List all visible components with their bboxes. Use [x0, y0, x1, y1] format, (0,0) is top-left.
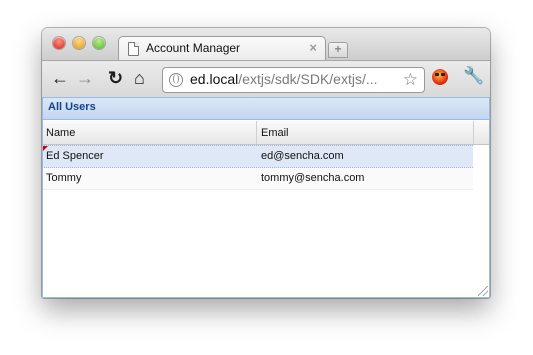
- bookmark-star-icon[interactable]: ☆: [403, 70, 418, 90]
- forward-icon[interactable]: →: [76, 68, 94, 88]
- column-header-email[interactable]: Email: [257, 121, 474, 144]
- table-row[interactable]: Tommy tommy@sencha.com: [42, 168, 473, 190]
- title-bar: Account Manager × +: [42, 28, 490, 61]
- address-bar[interactable]: ed.local/extjs/sdk/SDK/extjs/... ☆: [162, 67, 425, 93]
- browser-window: Account Manager × + ← → ↻ ⌂ ed.local/ext…: [42, 28, 490, 298]
- page-icon: [128, 42, 139, 56]
- page-content: All Users Name Email Ed Spencer ed@sench…: [42, 97, 490, 298]
- url-host: ed.local: [190, 71, 239, 87]
- grid-title: All Users: [48, 101, 96, 113]
- column-header-name-label: Name: [46, 127, 76, 139]
- new-tab-button[interactable]: +: [328, 42, 348, 58]
- back-icon[interactable]: ←: [51, 68, 69, 88]
- cell-name[interactable]: Tommy: [46, 172, 81, 184]
- url-text: ed.local/extjs/sdk/SDK/extjs/...: [190, 71, 378, 87]
- table-row[interactable]: Ed Spencer ed@sencha.com: [42, 145, 473, 168]
- cell-email[interactable]: ed@sencha.com: [261, 150, 344, 162]
- grid-panel-header: All Users: [42, 97, 490, 120]
- extension-devil-icon[interactable]: [432, 69, 448, 85]
- cell-email[interactable]: tommy@sencha.com: [261, 172, 364, 184]
- browser-toolbar: ← → ↻ ⌂ ed.local/extjs/sdk/SDK/extjs/...…: [42, 60, 490, 98]
- resize-grip-icon[interactable]: [478, 286, 488, 296]
- column-header-row: Name Email: [42, 121, 490, 145]
- window-close-button[interactable]: [53, 37, 65, 49]
- column-header-name[interactable]: Name: [42, 121, 257, 144]
- window-minimize-button[interactable]: [73, 37, 85, 49]
- wrench-icon[interactable]: 🔧: [463, 66, 484, 86]
- browser-tab[interactable]: Account Manager ×: [118, 36, 326, 61]
- tab-close-icon[interactable]: ×: [309, 40, 317, 55]
- reload-icon[interactable]: ↻: [108, 68, 123, 88]
- url-path: /extjs/sdk/SDK/extjs/...: [238, 71, 378, 87]
- globe-icon: [169, 73, 183, 87]
- home-icon[interactable]: ⌂: [134, 68, 145, 88]
- column-header-email-label: Email: [261, 127, 289, 139]
- window-zoom-button[interactable]: [93, 37, 105, 49]
- column-header-filler: [474, 121, 490, 144]
- tab-title: Account Manager: [146, 41, 241, 55]
- cell-name[interactable]: Ed Spencer: [46, 150, 103, 162]
